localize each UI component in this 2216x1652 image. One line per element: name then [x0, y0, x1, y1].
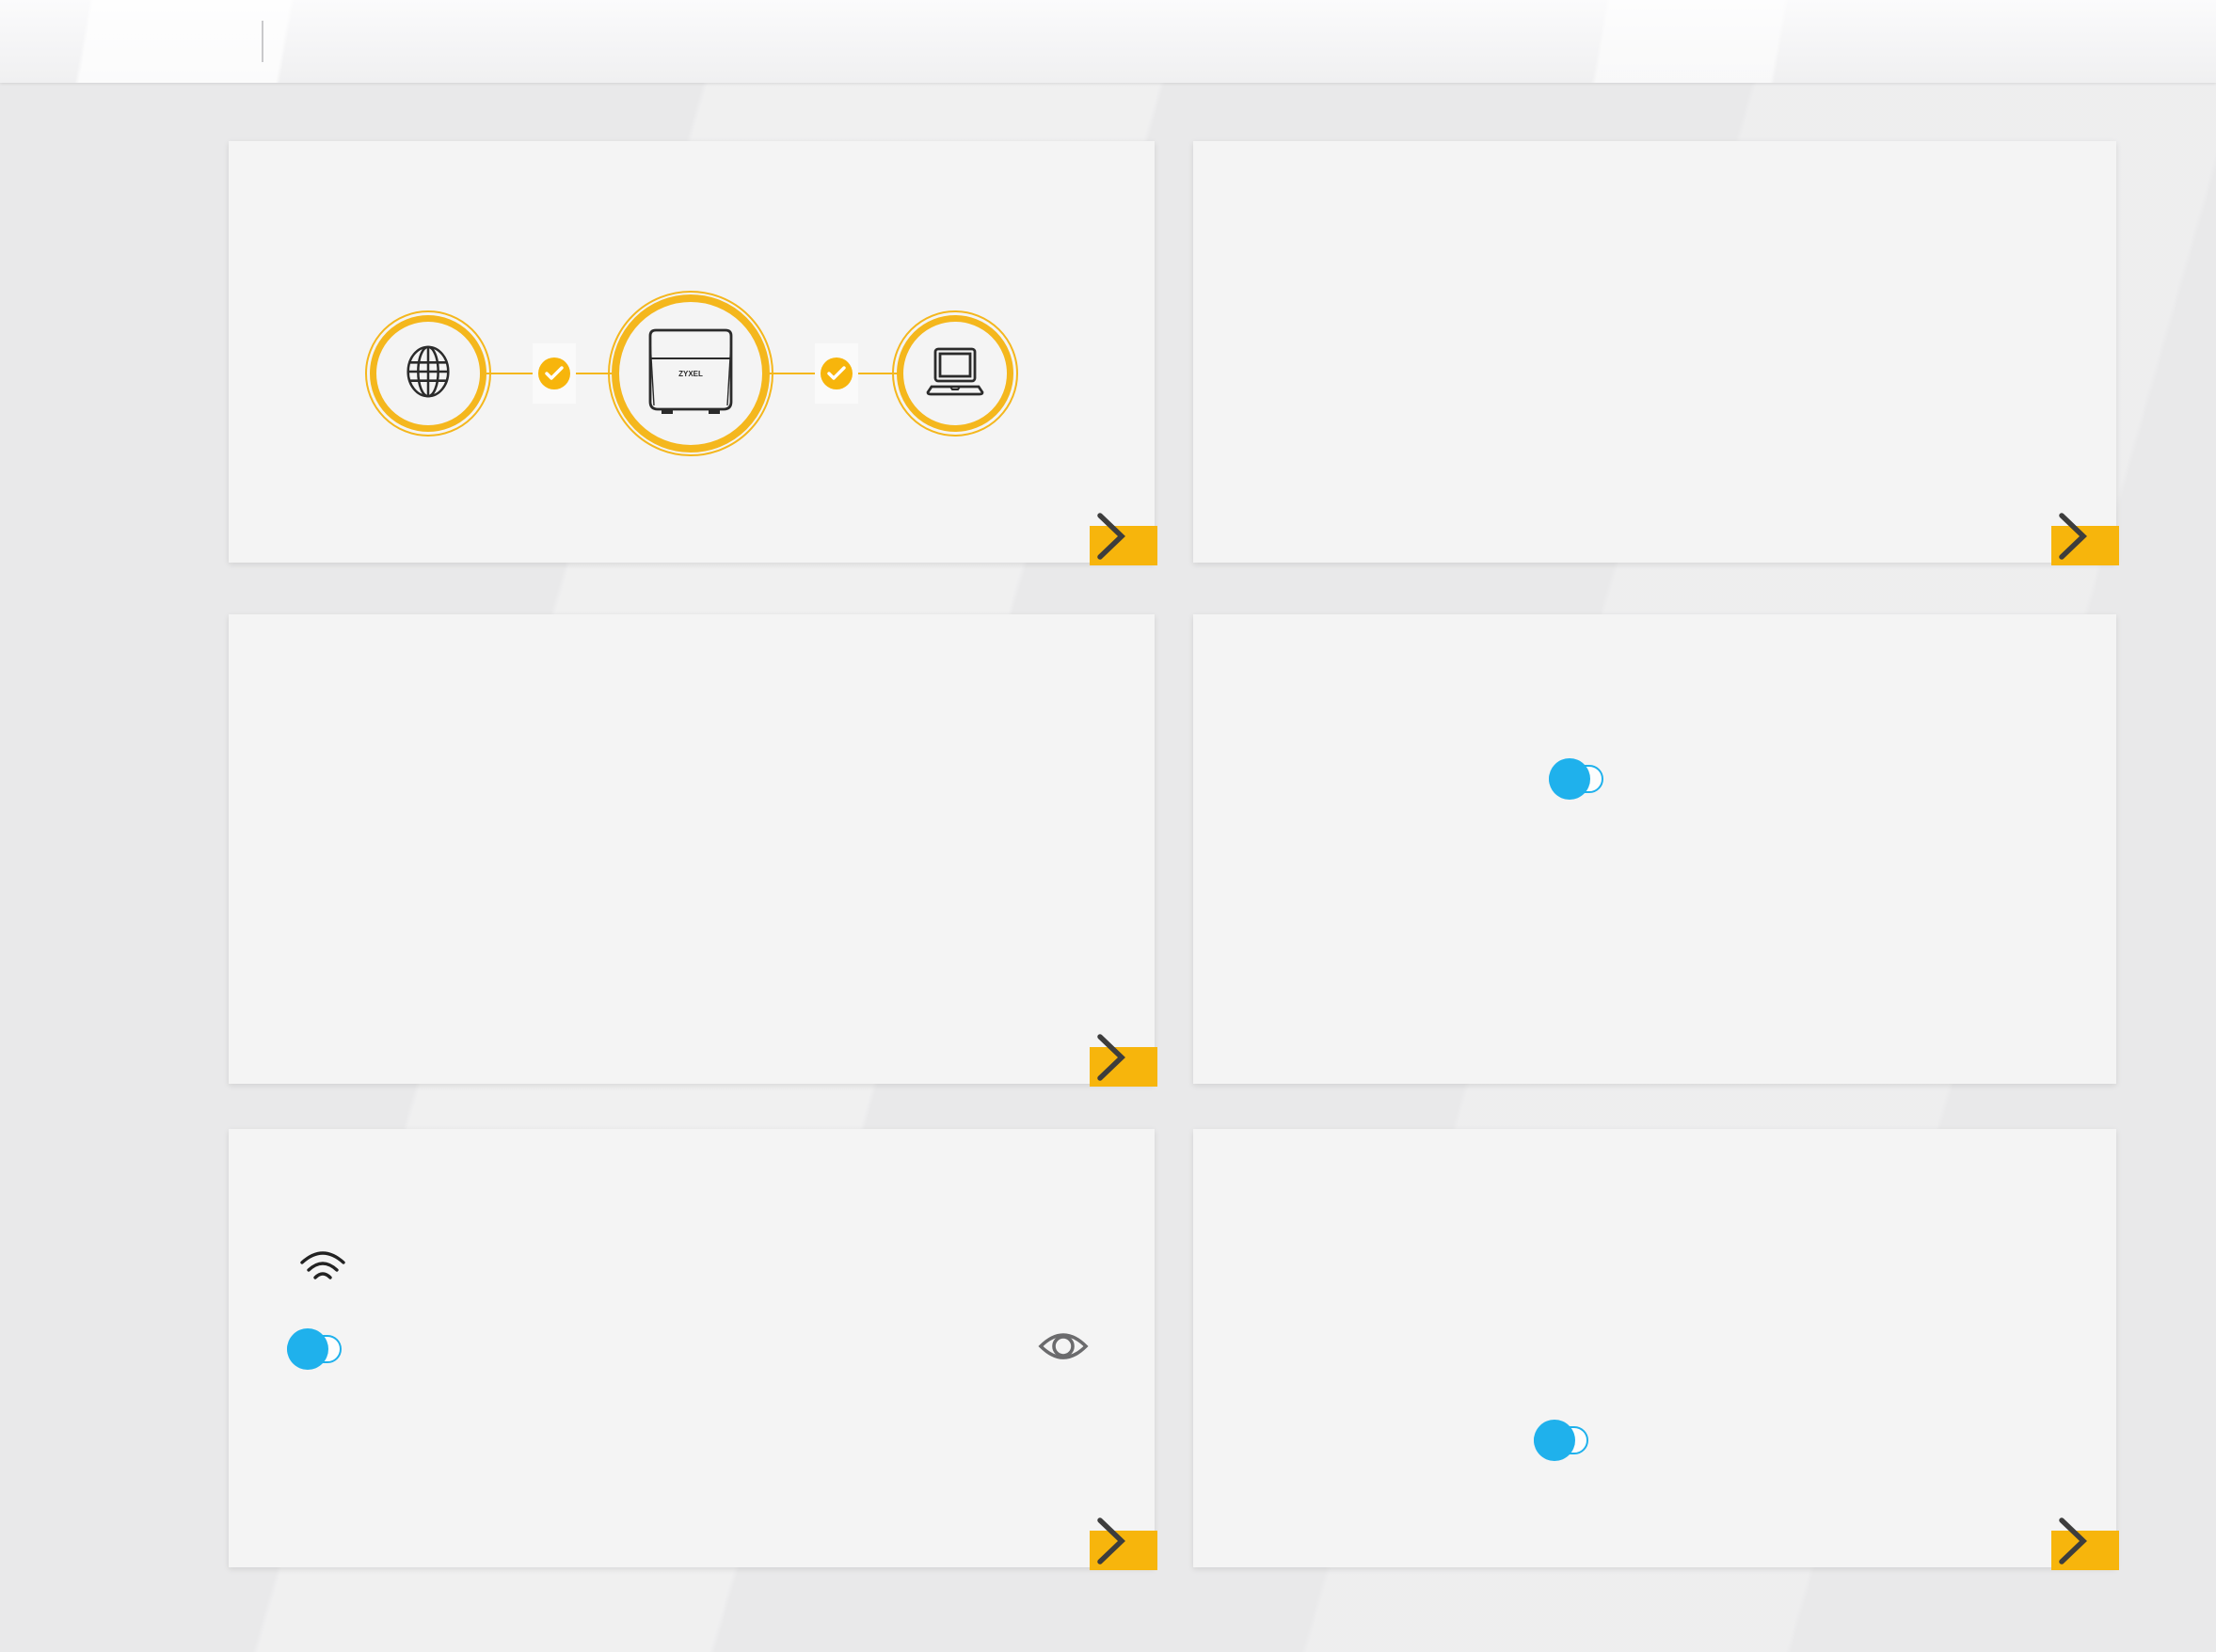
check-icon	[538, 357, 570, 389]
system-info-rows	[1238, 282, 2079, 527]
wifi-band-block	[287, 1249, 359, 1292]
router-node: ZYXEL	[612, 294, 770, 453]
wifi-settings-more-button[interactable]	[1090, 1531, 1157, 1570]
dashboard-grid: ZYXEL	[229, 141, 2116, 1567]
toggle-knob	[287, 1328, 328, 1370]
cellular-signal-icon	[1534, 478, 1609, 531]
info-row	[1238, 331, 2079, 380]
connectivity-diagram: ZYXEL	[229, 141, 1155, 563]
info-row	[1238, 282, 2079, 331]
customized-settings-toggle[interactable]	[1549, 765, 1603, 793]
wifi-enable-toggle[interactable]	[287, 1335, 342, 1363]
wifi-row	[229, 1322, 1155, 1374]
row-value	[1534, 478, 1609, 537]
connectivity-card: ZYXEL	[229, 141, 1155, 563]
info-row	[274, 802, 1117, 851]
info-row	[1238, 1326, 2079, 1375]
internet-node	[370, 315, 486, 432]
node-ring	[892, 310, 1018, 437]
row-value	[1534, 1426, 1588, 1461]
connectivity-more-button[interactable]	[1090, 526, 1157, 565]
info-row	[1238, 1424, 2079, 1473]
wifi-settings-card	[229, 1129, 1155, 1567]
header-divider	[262, 21, 263, 62]
customized-settings-card	[1193, 614, 2116, 1084]
info-row	[274, 754, 1117, 802]
system-info-card	[1193, 141, 2116, 563]
system-info-more-button[interactable]	[2051, 526, 2119, 565]
info-row	[1238, 1473, 2079, 1522]
info-row	[1238, 380, 2079, 429]
show-password-eye-icon[interactable]	[1036, 1326, 1091, 1372]
info-row	[1238, 1375, 2079, 1424]
info-row	[1238, 429, 2079, 478]
cellular-info-rows	[274, 754, 1117, 1047]
client-node	[897, 315, 1013, 432]
info-row	[274, 900, 1117, 949]
check-icon	[821, 357, 853, 389]
cellular-info-card	[229, 614, 1155, 1084]
top-header-bar	[0, 0, 2216, 83]
toggle-knob	[1534, 1420, 1575, 1461]
wifi-icon	[298, 1273, 347, 1289]
dhcp-toggle[interactable]	[1534, 1426, 1588, 1454]
info-row	[1238, 1278, 2079, 1326]
toggle-knob	[1549, 758, 1590, 800]
wifi-qr-code	[1077, 1148, 1138, 1208]
node-ring	[365, 310, 491, 437]
info-row	[274, 851, 1117, 900]
info-row	[274, 949, 1117, 998]
info-row	[1238, 478, 2079, 527]
lan-more-button[interactable]	[2051, 1531, 2119, 1570]
info-row	[274, 998, 1117, 1047]
node-ring	[608, 291, 773, 456]
cellular-info-more-button[interactable]	[1090, 1047, 1157, 1087]
lan-rows	[1238, 1278, 2079, 1522]
lan-card	[1193, 1129, 2116, 1567]
